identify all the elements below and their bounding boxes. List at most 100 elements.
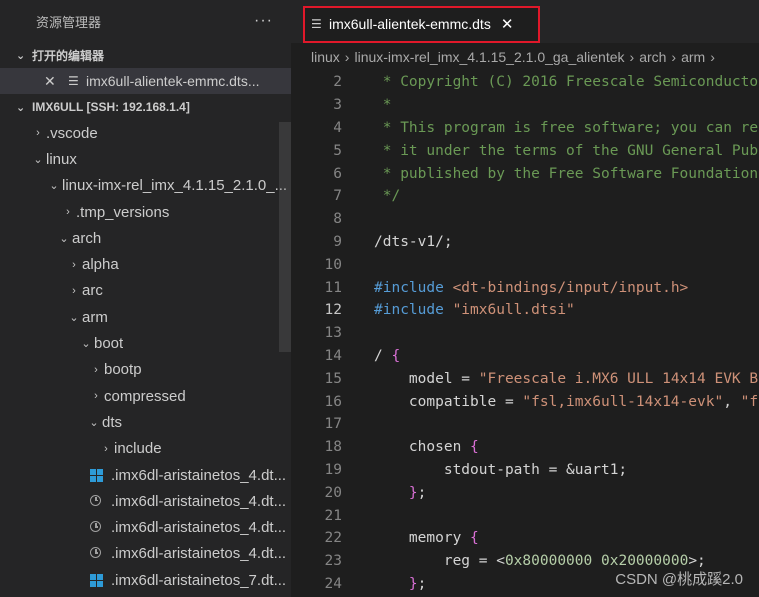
code-line[interactable]: 12 #include "imx6ull.dtsi" (291, 299, 759, 322)
file-lines-icon: ☰ (311, 17, 322, 31)
code-text: /dts-v1/; (374, 233, 453, 250)
chevron-down-icon: ⌄ (16, 49, 26, 62)
tree-item[interactable]: ⌄ boot (0, 330, 291, 356)
code-line[interactable]: 14 / { (291, 345, 759, 368)
tree-item[interactable]: › arc (0, 278, 291, 304)
code-text: * it under the terms of the GNU General … (374, 142, 759, 159)
code-line[interactable]: 9/dts-v1/; (291, 231, 759, 254)
breadcrumb-item[interactable]: arm (681, 49, 705, 65)
code-line[interactable]: 15 model = "Freescale i.MX6 ULL 14x14 EV… (291, 367, 759, 390)
tree-item-label: linux-imx-rel_imx_4.1.15_2.1.0_... (62, 177, 288, 195)
line-number: 11 (324, 279, 342, 296)
line-number: 22 (324, 530, 342, 547)
code-text: }; (408, 484, 427, 501)
more-actions-icon[interactable]: ··· (254, 12, 273, 30)
watermark: CSDN @桃成蹊2.0 (615, 571, 743, 588)
chevron-down-icon: ⌄ (49, 180, 59, 193)
code-text: * Copyright (C) 2016 Freescale Semicondu… (374, 74, 759, 91)
tree-item[interactable]: ⌄ linux (0, 146, 291, 172)
tree-item-label: alpha (82, 256, 119, 274)
sidebar-scrollbar[interactable] (279, 122, 291, 352)
tree-item[interactable]: ⌄ dts (0, 409, 291, 435)
code-line[interactable]: 20 }; (291, 481, 759, 504)
tree-item-label: compressed (104, 387, 186, 405)
code-line[interactable]: 22 memory { (291, 527, 759, 550)
tree-item[interactable]: › include (0, 436, 291, 462)
code-text: model = "Freescale i.MX6 ULL 14x14 EVK B… (374, 370, 759, 387)
open-editor-filename: imx6ull-alientek-emmc.dts... (86, 73, 260, 89)
tree-item[interactable]: .imx6dl-aristainetos_7.dt... (0, 567, 291, 593)
tab-active-file[interactable]: ☰ imx6ull-alientek-emmc.dts ✕ (303, 6, 540, 42)
code-text: #include "imx6ull.dtsi" (374, 302, 575, 319)
code-line[interactable]: 18 chosen { (291, 436, 759, 459)
clock-icon (90, 519, 108, 536)
code-line[interactable]: 7 */ (291, 185, 759, 208)
chevron-down-icon: ⌄ (69, 311, 79, 324)
code-line[interactable]: 4 * This program is free software; you c… (291, 117, 759, 140)
line-number: 24 (324, 575, 342, 592)
tree-item[interactable]: ⌄ arch (0, 225, 291, 251)
chevron-right-icon: › (66, 206, 70, 219)
tree-item[interactable]: › bootp (0, 357, 291, 383)
line-number: 4 (333, 119, 342, 136)
line-number: 3 (333, 97, 342, 114)
clock-icon (90, 493, 108, 510)
code-text: * This program is free software; you can… (382, 119, 759, 136)
breadcrumb-item[interactable]: arch (639, 49, 666, 65)
code-text: #include <dt-bindings/input/input.h> (374, 279, 689, 296)
explorer-title: 资源管理器 (36, 14, 102, 30)
line-number: 23 (324, 553, 342, 570)
code-line[interactable]: 2 * Copyright (C) 2016 Freescale Semicon… (291, 71, 759, 94)
tree-item[interactable]: .imx6dl-aristainetos_4.dt... (0, 462, 291, 488)
file-tree: › .vscode ⌄ linux ⌄ linux-imx-rel_imx_4.1.15_… (0, 120, 291, 593)
chevron-right-icon: › (710, 49, 715, 65)
code-line[interactable]: 13 (291, 322, 759, 345)
breadcrumb: linux › linux-imx-rel_imx_4.1.15_2.1.0_ga… (291, 43, 759, 71)
code-text: * (374, 97, 392, 114)
tree-item[interactable]: .imx6dl-aristainetos_4.dt... (0, 541, 291, 567)
code-line[interactable]: 21 (291, 504, 759, 527)
code-line[interactable]: 6 * published by the Free Software Found… (291, 162, 759, 185)
close-icon[interactable]: ✕ (44, 73, 68, 90)
tree-item-label: .imx6dl-aristainetos_4.dt... (111, 545, 287, 563)
code-text: }; (408, 575, 427, 592)
code-line[interactable]: 17 (291, 413, 759, 436)
workspace-label: IMX6ULL [SSH: 192.168.1.4] (32, 100, 190, 114)
line-number: 19 (324, 461, 342, 478)
line-number: 14 (324, 347, 342, 364)
code-line[interactable]: 3 * (291, 94, 759, 117)
line-number: 13 (324, 325, 342, 342)
breadcrumb-item[interactable]: linux (311, 49, 340, 65)
tree-item[interactable]: › alpha (0, 251, 291, 277)
close-tab-icon[interactable]: ✕ (501, 15, 514, 33)
tree-item-label: arch (72, 229, 102, 247)
open-editor-item[interactable]: ✕ ☰ imx6ull-alientek-emmc.dts... (0, 68, 291, 94)
code-line[interactable]: 5 * it under the terms of the GNU Genera… (291, 139, 759, 162)
code-editor[interactable]: 2 * Copyright (C) 2016 Freescale Semicon… (291, 71, 759, 595)
code-text: memory { (374, 530, 479, 547)
tree-item[interactable]: ⌄ linux-imx-rel_imx_4.1.15_2.1.0_... (0, 173, 291, 199)
code-line[interactable]: 19 stdout-path = &uart1; (291, 459, 759, 482)
code-line[interactable]: 8 (291, 208, 759, 231)
open-editors-section-header[interactable]: ⌄ 打开的编辑器 (0, 42, 291, 68)
tree-item-label: arc (82, 282, 103, 300)
tree-item-label: .imx6dl-aristainetos_4.dt... (111, 466, 287, 484)
explorer-header: 资源管理器 ··· (0, 0, 291, 42)
workspace-section-header[interactable]: ⌄ IMX6ULL [SSH: 192.168.1.4] (0, 94, 291, 120)
tree-item[interactable]: .imx6dl-aristainetos_4.dt... (0, 514, 291, 540)
tree-item[interactable]: ⌄ arm (0, 304, 291, 330)
code-line[interactable]: 11 #include <dt-bindings/input/input.h> (291, 276, 759, 299)
chevron-down-icon: ⌄ (89, 416, 99, 429)
chevron-right-icon: › (671, 49, 677, 65)
tree-item-label: dts (102, 413, 123, 431)
tree-item[interactable]: › compressed (0, 383, 291, 409)
tree-item-label: .imx6dl-aristainetos_4.dt... (111, 519, 287, 537)
breadcrumb-item[interactable]: linux-imx-rel_imx_4.1.15_2.1.0_ga_alient… (354, 49, 624, 65)
tree-item[interactable]: .imx6dl-aristainetos_4.dt... (0, 488, 291, 514)
code-line[interactable]: 16 compatible = "fsl,imx6ull-14x14-evk",… (291, 390, 759, 413)
code-line[interactable]: 10 (291, 253, 759, 276)
explorer-sidebar: 资源管理器 ··· ⌄ 打开的编辑器 ✕ ☰ imx6ull-alientek-… (0, 0, 291, 597)
line-number: 18 (324, 439, 342, 456)
tree-item[interactable]: › .tmp_versions (0, 199, 291, 225)
tree-item[interactable]: › .vscode (0, 120, 291, 146)
